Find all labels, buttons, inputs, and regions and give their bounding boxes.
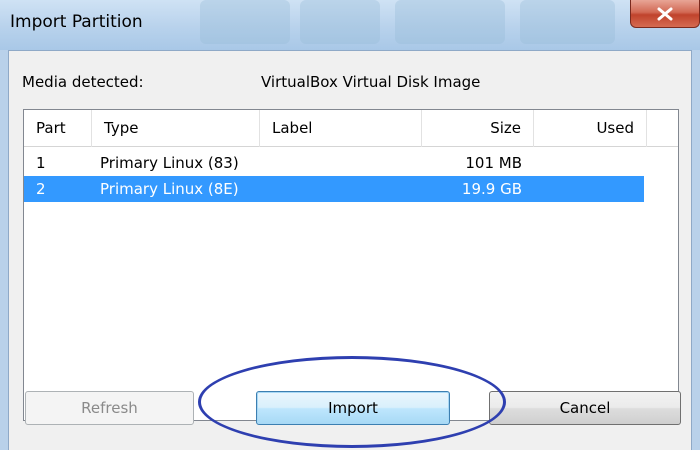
cell-size: 101 MB — [465, 154, 522, 172]
cell-part: 2 — [36, 180, 46, 198]
table-row[interactable]: 1 Primary Linux (83) 101 MB — [24, 150, 644, 176]
background-toolbar-ghost — [200, 0, 290, 44]
cell-part: 1 — [36, 154, 46, 172]
cell-used — [534, 176, 644, 202]
import-button[interactable]: Import — [256, 391, 450, 425]
column-header-label[interactable]: Label — [260, 110, 422, 147]
background-toolbar-ghost — [395, 0, 505, 44]
media-detected-label: Media detected: — [22, 73, 144, 91]
cancel-button[interactable]: Cancel — [489, 391, 681, 425]
dialog-body: Media detected: VirtualBox Virtual Disk … — [8, 50, 692, 450]
table-row-selected[interactable]: 2 Primary Linux (8E) 19.9 GB — [24, 176, 644, 202]
column-header-part[interactable]: Part — [24, 110, 92, 147]
column-header-used[interactable]: Used — [534, 110, 647, 147]
cell-type: Primary Linux (83) — [100, 154, 239, 172]
close-icon — [657, 7, 673, 20]
close-button[interactable] — [630, 0, 700, 28]
window-title: Import Partition — [10, 12, 143, 32]
media-detected-value: VirtualBox Virtual Disk Image — [261, 73, 481, 91]
cell-label — [260, 176, 422, 202]
column-header-size[interactable]: Size — [422, 110, 534, 147]
background-toolbar-ghost — [300, 0, 380, 44]
list-header: Part Type Label Size Used — [24, 110, 678, 147]
partition-list[interactable]: Part Type Label Size Used 1 Primary Linu… — [23, 109, 679, 421]
background-toolbar-ghost — [520, 0, 615, 44]
title-bar: Import Partition — [0, 0, 700, 50]
refresh-button[interactable]: Refresh — [25, 391, 194, 425]
cell-size: 19.9 GB — [461, 180, 522, 198]
column-header-type[interactable]: Type — [92, 110, 260, 147]
cell-label — [260, 150, 422, 176]
cell-used — [534, 150, 644, 176]
cell-type: Primary Linux (8E) — [100, 180, 239, 198]
